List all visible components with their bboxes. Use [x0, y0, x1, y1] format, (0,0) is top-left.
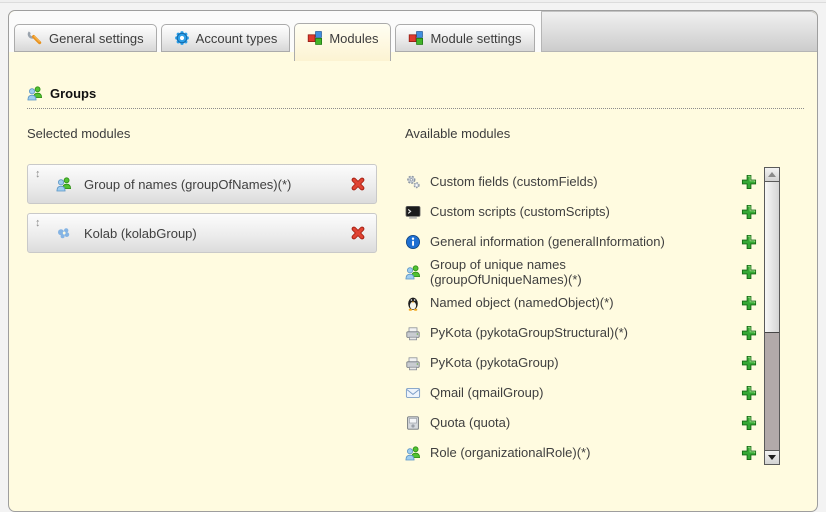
page-top-divider	[0, 0, 826, 3]
info-icon	[405, 234, 421, 250]
page-title: Groups	[50, 86, 96, 101]
arrow-down-icon	[768, 455, 776, 460]
tab-label: Modules	[329, 31, 378, 46]
terminal-icon	[405, 204, 421, 220]
settings-panel: General settings Account types Modules Modu…	[8, 10, 818, 512]
kolab-icon	[56, 225, 72, 241]
scroll-thumb[interactable]	[765, 182, 779, 333]
available-module-row: Quota (quota)	[405, 408, 757, 438]
tab-modules[interactable]: Modules	[294, 23, 391, 61]
available-module-label: Group of unique names (groupOfUniqueName…	[430, 257, 692, 288]
envelope-icon	[405, 385, 421, 401]
delete-button[interactable]	[350, 225, 366, 241]
available-module-label: Quota (quota)	[430, 415, 510, 430]
groups-icon	[56, 176, 72, 192]
scroll-up-button[interactable]	[765, 168, 779, 182]
available-module-label: Custom fields (customFields)	[430, 174, 598, 189]
scroll-down-button[interactable]	[765, 450, 779, 464]
drag-handle-icon[interactable]: ↕	[35, 218, 47, 229]
available-module-row: Role (organizationalRole)(*)	[405, 438, 757, 468]
modules-tab-content: Groups Selected modules ↕ Group of names …	[9, 85, 817, 468]
modules-icon	[408, 30, 424, 46]
available-module-row: PyKota (pykotaGroupStructural)(*)	[405, 318, 757, 348]
available-module-label: Qmail (qmailGroup)	[430, 385, 543, 400]
available-module-row: Custom fields (customFields)	[405, 167, 757, 197]
tab-general-settings[interactable]: General settings	[14, 24, 157, 52]
add-button[interactable]	[741, 234, 757, 250]
printer-icon	[405, 325, 421, 341]
available-module-label: PyKota (pykotaGroupStructural)(*)	[430, 325, 628, 340]
gears-icon	[405, 174, 421, 190]
selected-modules-column: Selected modules ↕ Group of names (groupO…	[27, 126, 377, 468]
add-button[interactable]	[741, 415, 757, 431]
groups-icon	[405, 264, 421, 280]
selected-modules-list: ↕ Group of names (groupOfNames)(*) ↕ Kolab …	[27, 164, 377, 253]
available-module-row: Group of unique names (groupOfUniqueName…	[405, 257, 757, 288]
penguin-icon	[405, 295, 421, 311]
add-button[interactable]	[741, 325, 757, 341]
groups-icon	[27, 85, 43, 101]
add-button[interactable]	[741, 355, 757, 371]
selected-module-label: Kolab (kolabGroup)	[84, 226, 197, 241]
arrow-up-icon	[768, 172, 776, 177]
add-button[interactable]	[741, 204, 757, 220]
selected-module-row: ↕ Group of names (groupOfNames)(*)	[27, 164, 377, 204]
tab-label: General settings	[49, 31, 144, 46]
available-module-label: Role (organizationalRole)(*)	[430, 445, 590, 460]
available-module-row: Qmail (qmailGroup)	[405, 378, 757, 408]
available-module-row: Named object (namedObject)(*)	[405, 288, 757, 318]
selected-module-row: ↕ Kolab (kolabGroup)	[27, 213, 377, 253]
available-modules-list: Custom fields (customFields) Custom scrip…	[405, 167, 757, 468]
add-button[interactable]	[741, 445, 757, 461]
delete-button[interactable]	[350, 176, 366, 192]
tab-account-types[interactable]: Account types	[161, 24, 291, 52]
available-module-row: Custom scripts (customScripts)	[405, 197, 757, 227]
add-button[interactable]	[741, 174, 757, 190]
tab-module-settings[interactable]: Module settings	[395, 24, 534, 52]
available-module-label: Custom scripts (customScripts)	[430, 204, 610, 219]
wrench-icon	[27, 30, 43, 46]
scrollbar[interactable]	[764, 167, 780, 465]
quota-icon	[405, 415, 421, 431]
tab-bar-filler	[541, 11, 817, 52]
available-module-label: General information (generalInformation)	[430, 234, 665, 249]
drag-handle-icon[interactable]: ↕	[35, 169, 47, 180]
tab-label: Module settings	[430, 31, 521, 46]
add-button[interactable]	[741, 264, 757, 280]
add-button[interactable]	[741, 385, 757, 401]
add-button[interactable]	[741, 295, 757, 311]
groups-icon	[405, 445, 421, 461]
available-modules-heading: Available modules	[405, 126, 809, 141]
available-module-label: PyKota (pykotaGroup)	[430, 355, 559, 370]
gear-icon	[174, 30, 190, 46]
modules-icon	[307, 30, 323, 46]
selected-module-label: Group of names (groupOfNames)(*)	[84, 177, 291, 192]
printer-icon	[405, 355, 421, 371]
section-header: Groups	[27, 85, 804, 109]
tab-bar: General settings Account types Modules Modu…	[9, 11, 817, 52]
available-module-row: PyKota (pykotaGroup)	[405, 348, 757, 378]
selected-modules-heading: Selected modules	[27, 126, 377, 141]
available-module-label: Named object (namedObject)(*)	[430, 295, 614, 310]
available-modules-column: Available modules Custom fields (customF…	[405, 126, 809, 468]
tab-label: Account types	[196, 31, 278, 46]
available-module-row: General information (generalInformation)	[405, 227, 757, 257]
